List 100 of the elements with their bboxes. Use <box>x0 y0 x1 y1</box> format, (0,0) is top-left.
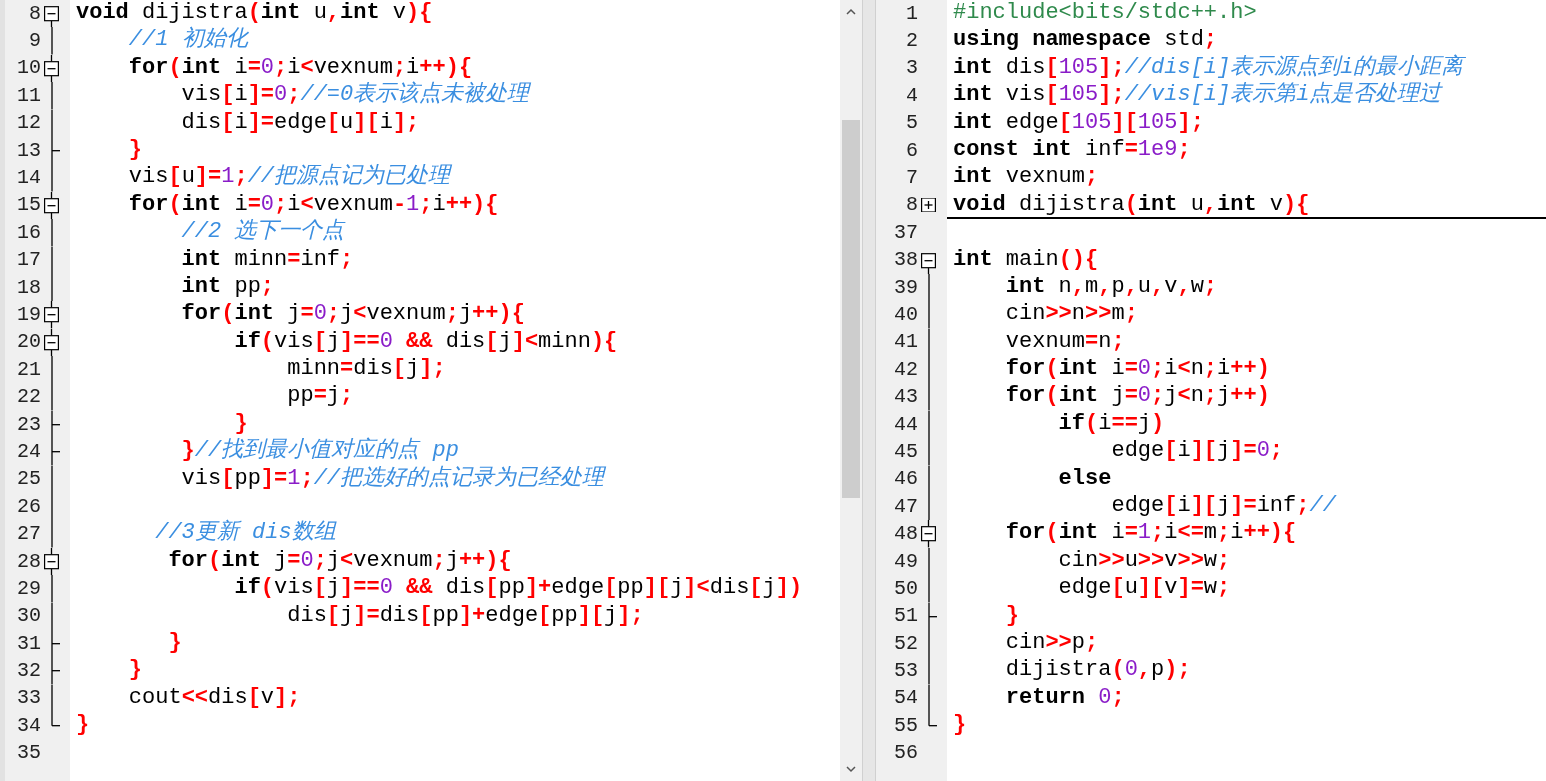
code-line: vis[i]=0;//=0表示该点未被处理 <box>180 82 530 108</box>
line-number: 43 <box>893 385 919 410</box>
code-line: vexnum=n; <box>1004 328 1125 354</box>
line-number: 9 <box>28 29 42 54</box>
line-number: 1 <box>905 1 919 26</box>
plus-box-icon[interactable] <box>921 198 936 213</box>
code-line: } <box>1004 602 1019 628</box>
line-number: 27 <box>16 522 42 547</box>
code-line: edge[i][j]=inf;// <box>1110 493 1336 519</box>
line-number: 26 <box>16 494 42 519</box>
line-number: 14 <box>16 166 42 191</box>
code-line: const int inf=1e9; <box>953 136 1191 162</box>
minus-box-icon[interactable] <box>44 54 59 83</box>
code-line: //3更新 dis数组 <box>154 520 336 546</box>
line-number: 19 <box>16 303 42 327</box>
code-line: dijistra(0,p); <box>1004 657 1191 683</box>
code-line: vis[u]=1;//把源点记为已处理 <box>127 164 451 190</box>
line-number: 46 <box>893 467 919 492</box>
line-number: 16 <box>16 220 42 245</box>
code-line: for(int i=0;i<n;i++) <box>1004 356 1270 382</box>
line-number: 40 <box>893 303 919 327</box>
line-number: 8 <box>905 193 919 218</box>
code-line: } <box>127 657 142 683</box>
code-line: int vis[105];//vis[i]表示第i点是否处理过 <box>953 82 1442 108</box>
line-number: 22 <box>16 385 42 410</box>
code-line: cin>>p; <box>1004 630 1099 655</box>
code-line: int main(){ <box>953 246 1099 272</box>
code-line: minn=dis[j]; <box>286 356 446 382</box>
code-line: if(vis[j]==0 && dis[pp]+edge[pp][j]<dis[j]) <box>233 575 803 601</box>
code-line: for(int j=0;j<vexnum;j++){ <box>180 301 525 327</box>
code-line: }//找到最小值对应的点 pp <box>180 438 459 464</box>
line-number: 50 <box>893 576 919 601</box>
line-number: 41 <box>893 330 919 355</box>
code-line: return 0; <box>1004 684 1125 710</box>
line-number: 48 <box>893 522 919 547</box>
code-line: cin>>n>>m; <box>1004 301 1138 327</box>
code-line: for(int i=0;i<vexnum-1;i++){ <box>127 191 499 217</box>
line-number: 47 <box>893 494 919 519</box>
line-number: 28 <box>16 549 42 574</box>
line-number: 35 <box>16 741 42 766</box>
line-number: 55 <box>893 713 919 738</box>
scrollbar-thumb[interactable] <box>842 120 860 498</box>
code-line: int dis[105];//dis[i]表示源点到i的最小距离 <box>953 54 1464 80</box>
line-number: 53 <box>893 659 919 684</box>
code-line: for(int j=0;j<n;j++) <box>1004 383 1270 409</box>
line-number: 52 <box>893 631 919 656</box>
code-line: if(i==j) <box>1057 410 1165 436</box>
code-line: int edge[105][105]; <box>953 109 1204 135</box>
code-line: for(int i=0;i<vexnum;i++){ <box>127 54 473 80</box>
code-line: dis[i]=edge[u][i]; <box>180 109 420 135</box>
code-line: using namespace std; <box>953 27 1218 53</box>
minus-box-icon[interactable] <box>44 301 59 329</box>
line-number: 32 <box>16 659 42 684</box>
line-number: 21 <box>16 357 42 382</box>
line-number: 7 <box>905 166 919 191</box>
line-number: 4 <box>905 83 919 108</box>
line-number: 11 <box>16 83 42 108</box>
code-line: else <box>1057 465 1112 491</box>
code-line: } <box>233 410 248 436</box>
line-number: 49 <box>893 549 919 574</box>
line-number: 38 <box>893 248 919 273</box>
code-line: for(int i=1;i<=m;i++){ <box>1004 520 1297 546</box>
code-line: } <box>76 712 90 738</box>
code-line: vis[pp]=1;//把选好的点记录为已经处理 <box>180 465 605 491</box>
line-number: 23 <box>16 412 42 437</box>
code-line: //1 初始化 <box>127 27 248 53</box>
line-number: 34 <box>16 713 42 738</box>
minus-box-icon[interactable] <box>44 547 59 576</box>
minus-box-icon[interactable] <box>44 191 59 220</box>
line-number: 31 <box>16 631 42 656</box>
minus-box-icon[interactable] <box>44 328 59 357</box>
scroll-down-icon[interactable] <box>845 763 857 775</box>
line-number: 30 <box>16 604 42 629</box>
code-line: edge[u][v]=w; <box>1057 575 1231 601</box>
line-number: 17 <box>16 248 42 273</box>
code-line: } <box>127 136 142 162</box>
line-number: 37 <box>893 220 919 245</box>
line-number: 33 <box>16 686 42 711</box>
line-number: 56 <box>893 741 919 766</box>
line-number: 24 <box>16 439 42 464</box>
code-line: int vexnum; <box>953 164 1099 190</box>
code-line: pp=j; <box>286 383 354 409</box>
line-number: 12 <box>16 111 42 136</box>
code-line: //2 选下一个点 <box>180 219 345 245</box>
code-line: void dijistra(int u,int v){ <box>76 0 433 25</box>
code-line: edge[i][j]=0; <box>1110 438 1284 464</box>
code-line: #include<bits/stdc++.h> <box>953 0 1257 25</box>
line-number: 51 <box>893 604 919 629</box>
code-line: } <box>953 712 967 738</box>
line-number: 54 <box>893 686 919 711</box>
line-number: 5 <box>905 111 919 136</box>
line-number: 45 <box>893 439 919 464</box>
line-number: 42 <box>893 357 919 382</box>
code-line: if(vis[j]==0 && dis[j]<minn){ <box>233 328 618 354</box>
code-line: cin>>u>>v>>w; <box>1057 547 1231 573</box>
line-number: 15 <box>16 193 42 218</box>
line-number: 44 <box>893 412 919 437</box>
minus-box-icon[interactable] <box>921 520 936 548</box>
line-number: 8 <box>28 1 42 26</box>
line-number: 39 <box>893 275 919 300</box>
